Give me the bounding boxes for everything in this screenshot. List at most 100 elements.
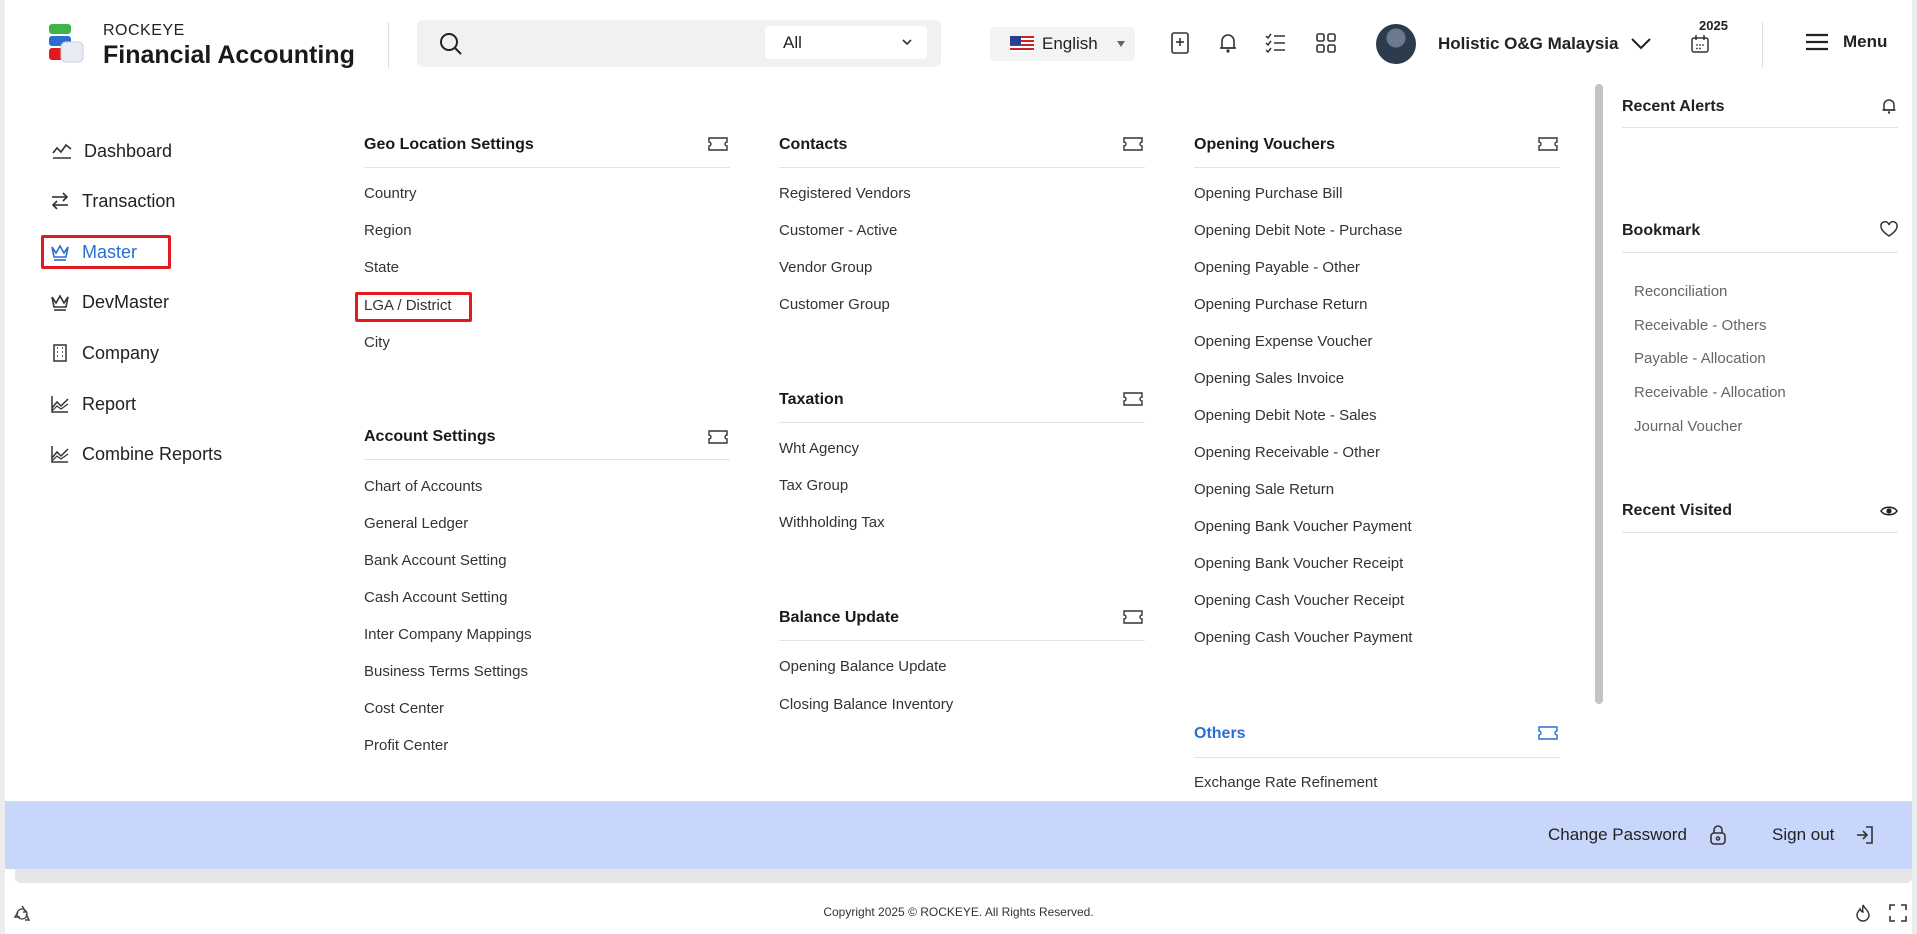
link-opening-purchase-bill[interactable]: Opening Purchase Bill [1194, 185, 1342, 202]
link-chart-of-accounts[interactable]: Chart of Accounts [364, 478, 482, 495]
link-lga-district[interactable]: LGA / District [364, 297, 452, 314]
search-filter-value: All [783, 33, 802, 52]
link-general-ledger[interactable]: General Ledger [364, 515, 468, 532]
bookmark-add-icon[interactable] [1167, 30, 1193, 56]
ticket-icon[interactable] [708, 137, 728, 151]
heart-icon[interactable] [1880, 221, 1898, 239]
brand[interactable]: ROCKEYE Financial Accounting [103, 22, 355, 70]
section-divider [779, 422, 1145, 423]
link-cash-account-setting[interactable]: Cash Account Setting [364, 589, 507, 606]
bookmark-item[interactable]: Journal Voucher [1634, 418, 1742, 435]
footer-strip [15, 869, 1912, 883]
ticket-icon[interactable] [708, 430, 728, 444]
checklist-icon[interactable] [1263, 30, 1289, 56]
link-opening-receivable-other[interactable]: Opening Receivable - Other [1194, 444, 1380, 461]
link-country[interactable]: Country [364, 185, 417, 202]
link-inter-company-mappings[interactable]: Inter Company Mappings [364, 626, 532, 643]
link-bank-account-setting[interactable]: Bank Account Setting [364, 552, 507, 569]
ticket-icon[interactable] [1538, 137, 1558, 151]
chart-area-icon [51, 396, 69, 413]
link-tax-group[interactable]: Tax Group [779, 477, 848, 494]
section-divider [1194, 167, 1560, 168]
bookmark-item[interactable]: Reconciliation [1634, 283, 1727, 300]
language-select[interactable]: English [990, 27, 1135, 61]
sidebar-item-master[interactable]: Master [50, 237, 137, 267]
sidebar-item-company[interactable]: Company [50, 338, 159, 368]
bookmark-item[interactable]: Receivable - Others [1634, 317, 1767, 334]
link-closing-balance-inventory[interactable]: Closing Balance Inventory [779, 696, 953, 713]
bookmark-item[interactable]: Payable - Allocation [1634, 350, 1766, 367]
link-opening-cash-voucher-payment[interactable]: Opening Cash Voucher Payment [1194, 629, 1412, 646]
bell-icon[interactable] [1215, 30, 1241, 56]
link-cost-center[interactable]: Cost Center [364, 700, 444, 717]
mega-menu-scrollbar[interactable] [1595, 84, 1603, 704]
language-label: English [1042, 34, 1098, 53]
section-divider [364, 167, 730, 168]
link-opening-balance-update[interactable]: Opening Balance Update [779, 658, 947, 675]
link-business-terms-settings[interactable]: Business Terms Settings [364, 663, 528, 680]
sign-out-button[interactable]: Sign out [1772, 824, 1876, 846]
recent-alerts-title: Recent Alerts [1622, 98, 1725, 115]
right-panel: Recent Alerts Bookmark Reconciliation Re… [1605, 84, 1912, 800]
link-opening-sales-invoice[interactable]: Opening Sales Invoice [1194, 370, 1344, 387]
apps-grid-icon[interactable] [1313, 30, 1339, 56]
link-wht-agency[interactable]: Wht Agency [779, 440, 859, 457]
section-title-opening-vouchers: Opening Vouchers [1194, 136, 1336, 153]
link-customer-active[interactable]: Customer - Active [779, 222, 897, 239]
fiscal-year-badge: 2025 [1699, 18, 1728, 33]
sign-out-label: Sign out [1772, 825, 1835, 844]
building-icon [53, 344, 67, 362]
link-opening-payable-other[interactable]: Opening Payable - Other [1194, 259, 1360, 276]
link-state[interactable]: State [364, 259, 399, 276]
link-opening-sale-return[interactable]: Opening Sale Return [1194, 481, 1334, 498]
bell-icon[interactable] [1880, 97, 1898, 115]
search-icon[interactable] [439, 32, 463, 56]
account-action-band: Change Password Sign out [5, 801, 1912, 869]
section-divider [1194, 757, 1560, 758]
link-opening-bank-voucher-payment[interactable]: Opening Bank Voucher Payment [1194, 518, 1412, 535]
link-opening-debit-note-sales[interactable]: Opening Debit Note - Sales [1194, 407, 1377, 424]
link-opening-expense-voucher[interactable]: Opening Expense Voucher [1194, 333, 1372, 350]
chevron-down-icon[interactable] [1629, 33, 1653, 53]
section-title-balance-update: Balance Update [779, 609, 900, 626]
sidebar-item-dashboard[interactable]: Dashboard [52, 136, 172, 166]
sidebar-item-report[interactable]: Report [50, 389, 136, 419]
link-opening-bank-voucher-receipt[interactable]: Opening Bank Voucher Receipt [1194, 555, 1403, 572]
chart-line-icon [52, 143, 72, 159]
sidebar-item-devmaster[interactable]: DevMaster [50, 287, 169, 317]
page: ROCKEYE Financial Accounting All English [0, 0, 1917, 934]
link-withholding-tax[interactable]: Withholding Tax [779, 514, 885, 531]
company-name[interactable]: Holistic O&G Malaysia [1438, 34, 1618, 54]
fire-icon[interactable] [1854, 904, 1872, 922]
link-profit-center[interactable]: Profit Center [364, 737, 448, 754]
sidebar-item-transaction[interactable]: Transaction [50, 186, 175, 216]
eye-icon[interactable] [1880, 502, 1898, 520]
section-divider [364, 459, 730, 460]
caret-down-icon [1117, 41, 1125, 47]
ticket-icon[interactable] [1123, 610, 1143, 624]
sidebar-item-combine-reports[interactable]: Combine Reports [50, 439, 222, 469]
link-opening-debit-note-purchase[interactable]: Opening Debit Note - Purchase [1194, 222, 1402, 239]
link-city[interactable]: City [364, 334, 390, 351]
menu-button[interactable]: Menu [1805, 32, 1887, 52]
link-registered-vendors[interactable]: Registered Vendors [779, 185, 911, 202]
fullscreen-icon[interactable] [1889, 904, 1907, 922]
crown-icon [51, 294, 69, 311]
link-region[interactable]: Region [364, 222, 412, 239]
link-vendor-group[interactable]: Vendor Group [779, 259, 872, 276]
brand-company: ROCKEYE [103, 22, 185, 39]
search-filter-select[interactable]: All [765, 26, 927, 59]
bookmark-item[interactable]: Receivable - Allocation [1634, 384, 1786, 401]
link-opening-cash-voucher-receipt[interactable]: Opening Cash Voucher Receipt [1194, 592, 1404, 609]
link-customer-group[interactable]: Customer Group [779, 296, 890, 313]
avatar[interactable] [1376, 24, 1416, 64]
change-password-button[interactable]: Change Password [1548, 824, 1729, 846]
link-exchange-rate-refinement[interactable]: Exchange Rate Refinement [1194, 774, 1377, 791]
link-opening-purchase-return[interactable]: Opening Purchase Return [1194, 296, 1367, 313]
calendar-icon[interactable] [1689, 33, 1711, 55]
crown-icon [51, 244, 69, 261]
ticket-icon[interactable] [1538, 726, 1558, 740]
ticket-icon[interactable] [1123, 392, 1143, 406]
ticket-icon[interactable] [1123, 137, 1143, 151]
global-search[interactable]: All [417, 20, 941, 67]
